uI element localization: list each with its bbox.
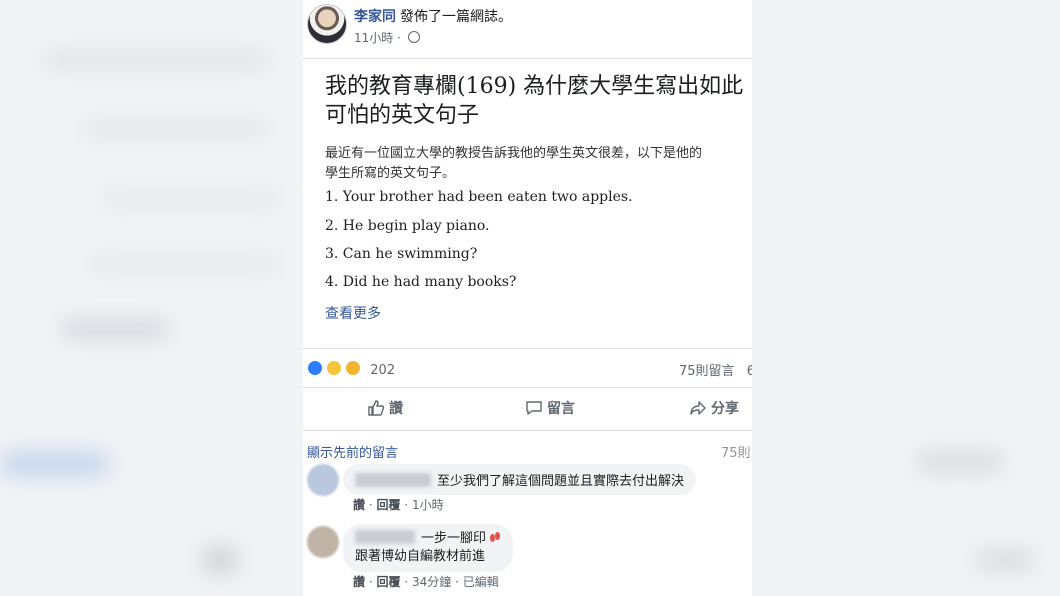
- note-title-line-1: 我的教育專欄(169) 為什麼大學生寫出如此: [325, 74, 744, 99]
- comment-label: 留言: [547, 401, 575, 417]
- footprints-emoji-icon: [490, 532, 501, 542]
- blurred-background-left: [100, 190, 280, 208]
- facebook-post-card: 李家同 發佈了一篇網誌。 11小時 · 我的教育專欄(169) 為什麼大學生寫出…: [303, 0, 752, 596]
- reactions-summary[interactable]: 202: [307, 359, 395, 379]
- comment-icon: [526, 401, 542, 415]
- note-intro: 最近有一位國立大學的教授告訴我他的學生英文很差，以下是他的 學生所寫的英文句子。: [325, 144, 752, 184]
- blurred-background-right: [975, 548, 1035, 572]
- comments-total: 75則: [721, 446, 751, 461]
- reaction-count: 202: [370, 363, 396, 378]
- comment-reply-link[interactable]: 回覆: [376, 575, 400, 589]
- comment-reply-link[interactable]: 回覆: [376, 498, 400, 512]
- globe-icon: [407, 31, 420, 43]
- like-button[interactable]: 讚: [367, 398, 403, 422]
- comments-count-link[interactable]: 75則留言 6: [679, 360, 752, 379]
- view-previous-comments-link[interactable]: 顯示先前的留言: [307, 442, 398, 461]
- wow-reaction-icon: [326, 360, 343, 376]
- example-sentence: 4. Did he had many books?: [325, 274, 517, 290]
- commenter-avatar[interactable]: [307, 464, 339, 496]
- comment-time[interactable]: 1小時: [412, 498, 444, 512]
- comment-actions: 讚 · 回覆 · 1小時: [353, 498, 444, 512]
- blurred-background-left: [60, 318, 170, 340]
- comment-button[interactable]: 留言: [525, 398, 575, 422]
- stats-divider: [303, 348, 752, 349]
- note-title-line-2: 可怕的英文句子: [325, 103, 480, 128]
- commenter-avatar[interactable]: [307, 526, 339, 558]
- redacted-commenter-name: [355, 530, 415, 544]
- actions-divider: [303, 387, 752, 388]
- share-arrow-icon: [690, 401, 706, 415]
- post-header: 李家同 發佈了一篇網誌。 11小時 ·: [303, 4, 752, 48]
- comment-bubble: 一步一腳印 跟著博幼自編教材前進: [343, 524, 514, 572]
- note-preview[interactable]: 我的教育專欄(169) 為什麼大學生寫出如此 可怕的英文句子 最近有一位國立大學…: [325, 72, 752, 322]
- thumbs-up-icon: [368, 400, 385, 416]
- note-intro-line-2: 學生所寫的英文句子。: [325, 166, 456, 181]
- author-name[interactable]: 李家同: [354, 6, 396, 26]
- post-action-text: 發佈了一篇網誌。: [400, 9, 512, 25]
- blurred-background-left: [80, 120, 270, 138]
- post-time-text: 11小時 ·: [354, 31, 405, 45]
- comment-text: 至少我們了解這個問題並且實際去付出解決: [437, 474, 685, 489]
- share-label: 分享: [711, 401, 739, 417]
- example-sentence: 2. He begin play piano.: [325, 218, 490, 234]
- sad-reaction-icon: [345, 360, 362, 376]
- comment-edited-label: 已編輯: [462, 575, 499, 589]
- blurred-background-left: [0, 450, 110, 478]
- like-reaction-icon: [307, 360, 323, 376]
- redacted-commenter-name: [355, 473, 431, 487]
- see-more-link[interactable]: 查看更多: [325, 303, 381, 323]
- comments-count: 75則留言: [679, 364, 735, 379]
- comment-time[interactable]: 34分鐘: [412, 575, 451, 589]
- post-timestamp[interactable]: 11小時 ·: [354, 29, 420, 46]
- note-title[interactable]: 我的教育專欄(169) 為什麼大學生寫出如此 可怕的英文句子: [325, 72, 752, 130]
- comment-like-link[interactable]: 讚: [353, 498, 365, 512]
- comment-actions: 讚 · 回覆 · 34分鐘 · 已編輯: [353, 575, 499, 589]
- blurred-background-left: [90, 255, 280, 273]
- note-intro-line-1: 最近有一位國立大學的教授告訴我他的學生英文很差，以下是他的: [325, 146, 703, 161]
- shares-count-partial: 6: [746, 364, 752, 379]
- comments-divider: [303, 430, 752, 431]
- comment-text-line-1: 一步一腳印: [421, 531, 487, 546]
- comment-bubble: 至少我們了解這個問題並且實際去付出解決: [343, 464, 697, 495]
- author-avatar[interactable]: [307, 4, 347, 44]
- example-sentence: 1. Your brother had been eaten two apple…: [325, 189, 633, 205]
- header-divider: [303, 58, 752, 59]
- like-label: 讚: [389, 401, 403, 417]
- example-sentence: 3. Can he swimming?: [325, 246, 478, 262]
- blurred-background-left: [40, 50, 270, 70]
- share-button[interactable]: 分享: [689, 398, 739, 422]
- blurred-background-right: [915, 450, 1005, 474]
- comment-text-line-2: 跟著博幼自編教材前進: [355, 549, 486, 564]
- blurred-background-left: [200, 545, 240, 575]
- comment-like-link[interactable]: 讚: [353, 575, 365, 589]
